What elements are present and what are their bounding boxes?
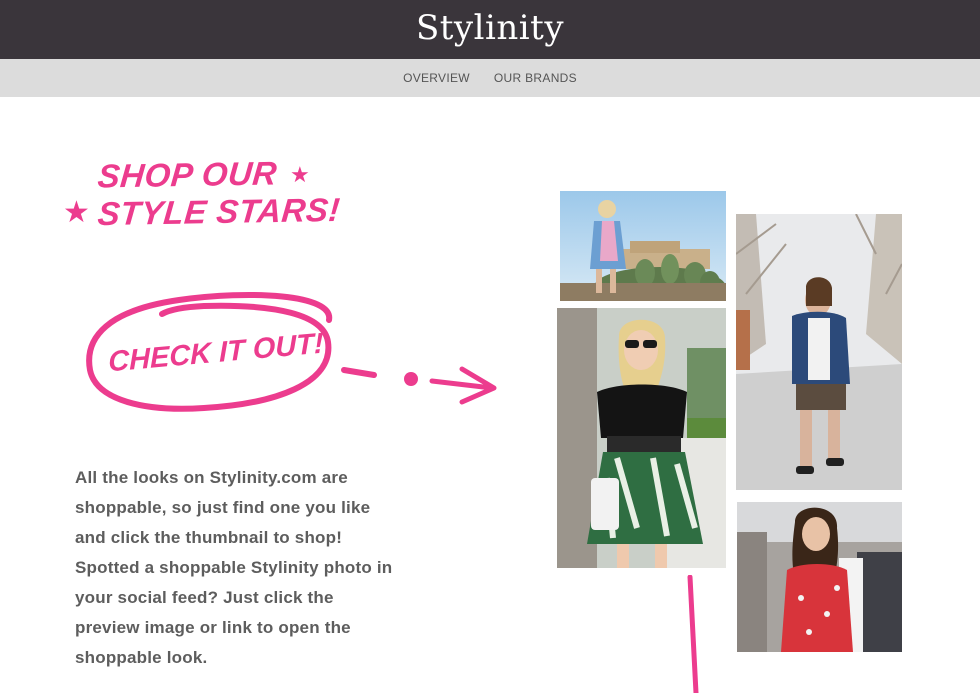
headline-line-1: SHOP OUR — [96, 154, 279, 195]
site-header: Stylinity — [0, 0, 980, 59]
look-photo-cactus[interactable] — [560, 191, 726, 301]
site-logo[interactable]: Stylinity — [416, 8, 564, 48]
headline-line-2: STYLE STARS! — [96, 190, 342, 233]
star-icon: ★ — [290, 162, 310, 187]
star-icon: ★ — [63, 196, 90, 229]
look-photo-denim-jacket[interactable] — [736, 214, 902, 490]
decorative-line — [687, 575, 699, 693]
nav-item-overview[interactable]: OVERVIEW — [403, 71, 470, 85]
intro-paragraph: All the looks on Stylinity.com are shopp… — [75, 468, 393, 667]
nav-item-our-brands[interactable]: OUR BRANDS — [494, 71, 577, 85]
look-photo-palm-skirt[interactable] — [557, 308, 726, 568]
look-photo-red-dress[interactable] — [737, 502, 902, 652]
main-nav: OVERVIEW OUR BRANDS — [0, 59, 980, 97]
